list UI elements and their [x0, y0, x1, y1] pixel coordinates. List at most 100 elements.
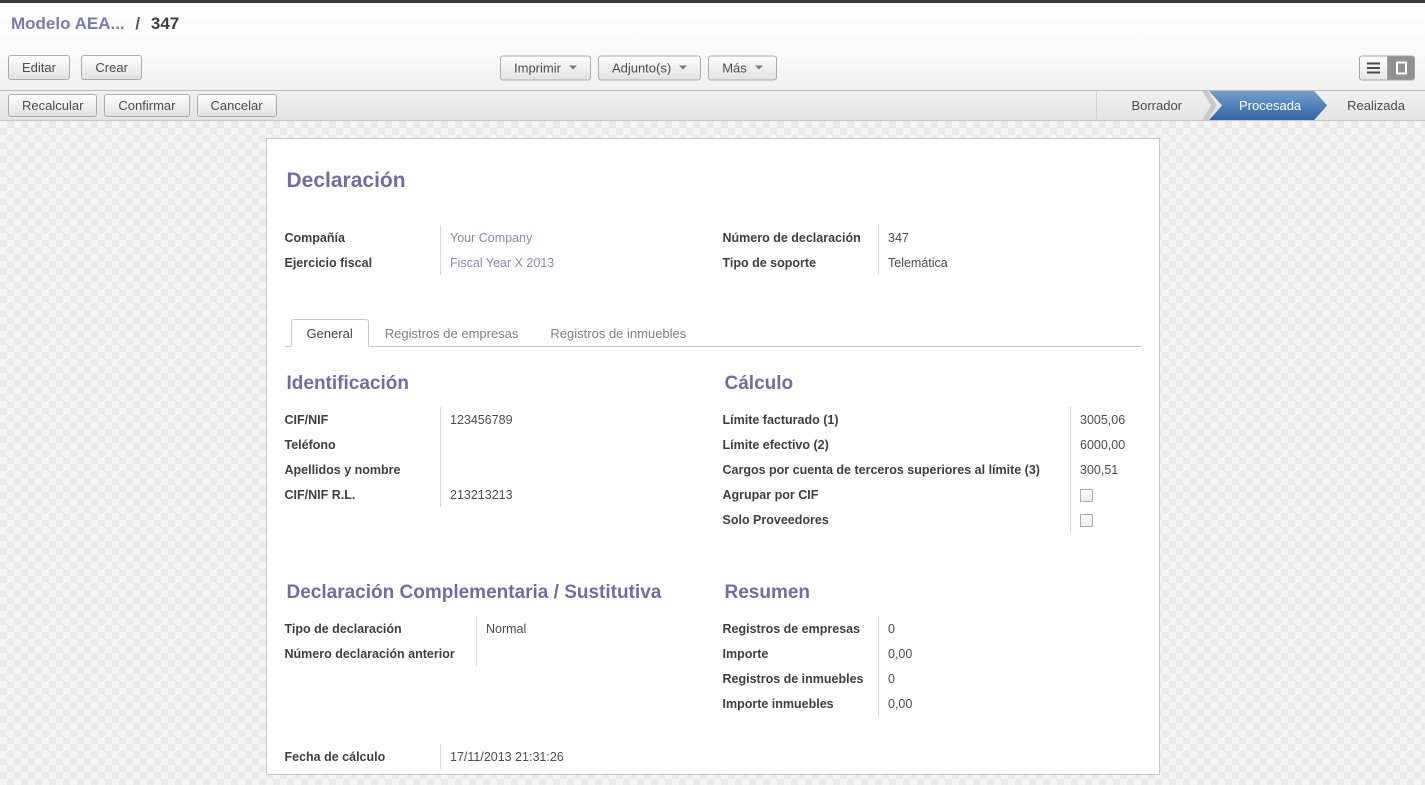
- form-sheet: Declaración Compañía Your Company Ejerci…: [266, 138, 1160, 775]
- header-field-grid: Compañía Your Company Ejercicio fiscal F…: [285, 225, 1141, 275]
- breadcrumb-separator: /: [135, 14, 140, 33]
- toolbar-center-group: Imprimir Adjunto(s) Más: [500, 55, 777, 80]
- tab-general[interactable]: General: [291, 319, 369, 347]
- cif-nif-label: CIF/NIF: [285, 407, 441, 432]
- field-row: Apellidos y nombre: [285, 457, 703, 482]
- edit-button[interactable]: Editar: [8, 55, 70, 80]
- fecha-de-calculo-value: 17/11/2013 21:31:26: [441, 744, 1141, 769]
- status-step-procesada-active: Procesada: [1209, 91, 1327, 120]
- limite-facturado-value: 3005,06: [1071, 407, 1141, 432]
- print-dropdown-button[interactable]: Imprimir: [500, 55, 591, 80]
- chevron-down-icon: [755, 66, 763, 70]
- tab-registros-de-empresas[interactable]: Registros de empresas: [369, 319, 535, 347]
- notebook-tabs: General Registros de empresas Registros …: [285, 319, 1141, 347]
- field-row: Ejercicio fiscal Fiscal Year X 2013: [285, 250, 703, 275]
- workflow-buttons: Recalcular Confirmar Cancelar: [8, 94, 277, 117]
- recalculate-button[interactable]: Recalcular: [8, 94, 97, 117]
- section-declaracion-complementaria: Declaración Complementaria / Sustitutiva…: [285, 582, 703, 716]
- create-button[interactable]: Crear: [81, 55, 142, 80]
- list-icon: [1367, 62, 1380, 73]
- list-view-button[interactable]: [1360, 56, 1387, 79]
- print-button-label: Imprimir: [514, 60, 561, 75]
- section-calculo: Cálculo Límite facturado (1) 3005,06 Lím…: [723, 373, 1141, 532]
- importe-inmuebles-label: Importe inmuebles: [723, 691, 879, 716]
- more-button-label: Más: [722, 60, 747, 75]
- cif-nif-rl-value: 213213213: [441, 482, 703, 507]
- solo-proveedores-checkbox[interactable]: [1080, 514, 1093, 527]
- header-left-fields: Compañía Your Company Ejercicio fiscal F…: [285, 225, 703, 275]
- importe-value: 0,00: [879, 641, 1141, 666]
- registros-de-empresas-value: 0: [879, 616, 1141, 641]
- calc-date-row: Fecha de cálculo 17/11/2013 21:31:26: [285, 744, 1141, 769]
- field-row: Límite efectivo (2) 6000,00: [723, 432, 1141, 457]
- field-row: Compañía Your Company: [285, 225, 703, 250]
- fiscal-year-value-link[interactable]: Fiscal Year X 2013: [450, 256, 554, 270]
- status-step-realizada: Realizada: [1327, 91, 1425, 120]
- form-view-background: Declaración Compañía Your Company Ejerci…: [0, 121, 1425, 785]
- company-label: Compañía: [285, 225, 441, 250]
- importe-inmuebles-value: 0,00: [879, 691, 1141, 716]
- field-row: Agrupar por CIF: [723, 482, 1141, 507]
- breadcrumb-current: 347: [151, 14, 179, 33]
- numero-declaracion-anterior-label: Número declaración anterior: [285, 641, 477, 666]
- cancel-button[interactable]: Cancelar: [197, 94, 277, 117]
- attachments-dropdown-button[interactable]: Adjunto(s): [598, 55, 701, 80]
- cargos-terceros-value: 300,51: [1071, 457, 1141, 482]
- registros-de-inmuebles-label: Registros de inmuebles: [723, 666, 879, 691]
- registros-de-empresas-label: Registros de empresas: [723, 616, 879, 641]
- breadcrumb-parent-link[interactable]: Modelo AEA...: [11, 14, 125, 33]
- statusbar: Borrador Procesada Realizada: [1096, 91, 1425, 120]
- field-row: Tipo de soporte Telemática: [723, 250, 1141, 275]
- cargos-terceros-label: Cargos por cuenta de terceros superiores…: [723, 457, 1071, 482]
- view-switcher: [1359, 55, 1415, 80]
- solo-proveedores-label: Solo Proveedores: [723, 507, 1071, 532]
- limite-efectivo-label: Límite efectivo (2): [723, 432, 1071, 457]
- field-row: Límite facturado (1) 3005,06: [723, 407, 1141, 432]
- tab-general-content: Identificación CIF/NIF 123456789 Teléfon…: [285, 373, 1141, 716]
- more-dropdown-button[interactable]: Más: [708, 55, 777, 80]
- breadcrumb-bar: Modelo AEA... / 347: [0, 3, 1425, 45]
- agrupar-por-cif-checkbox[interactable]: [1080, 489, 1093, 502]
- chevron-down-icon: [679, 66, 687, 70]
- importe-label: Importe: [723, 641, 879, 666]
- field-row: Importe inmuebles 0,00: [723, 691, 1141, 716]
- company-value-link[interactable]: Your Company: [450, 231, 532, 245]
- toolbar: Editar Crear Imprimir Adjunto(s) Más: [0, 45, 1425, 90]
- fecha-de-calculo-label: Fecha de cálculo: [285, 744, 441, 769]
- toolbar-left-group: Editar Crear: [8, 55, 142, 80]
- tipo-de-declaracion-value: Normal: [477, 616, 703, 641]
- field-row: Fecha de cálculo 17/11/2013 21:31:26: [285, 744, 1141, 769]
- section-resumen: Resumen Registros de empresas 0 Importe …: [723, 582, 1141, 716]
- limite-facturado-label: Límite facturado (1): [723, 407, 1071, 432]
- field-row: Importe 0,00: [723, 641, 1141, 666]
- field-row: Número de declaración 347: [723, 225, 1141, 250]
- support-type-value: Telemática: [879, 250, 1141, 275]
- breadcrumb: Modelo AEA... / 347: [11, 14, 179, 34]
- telefono-value: [441, 432, 703, 457]
- field-row: Solo Proveedores: [723, 507, 1141, 532]
- confirm-button[interactable]: Confirmar: [104, 94, 189, 117]
- cif-nif-rl-label: CIF/NIF R.L.: [285, 482, 441, 507]
- support-type-label: Tipo de soporte: [723, 250, 879, 275]
- field-row: CIF/NIF 123456789: [285, 407, 703, 432]
- agrupar-por-cif-label: Agrupar por CIF: [723, 482, 1071, 507]
- telefono-label: Teléfono: [285, 432, 441, 457]
- form-icon: [1396, 61, 1407, 74]
- field-row: Tipo de declaración Normal: [285, 616, 703, 641]
- complementaria-title: Declaración Complementaria / Sustitutiva: [287, 582, 703, 604]
- status-step-borrador: Borrador: [1111, 91, 1202, 120]
- apellidos-y-nombre-label: Apellidos y nombre: [285, 457, 441, 482]
- cif-nif-value: 123456789: [441, 407, 703, 432]
- tab-registros-de-inmuebles[interactable]: Registros de inmuebles: [534, 319, 702, 347]
- chevron-down-icon: [569, 66, 577, 70]
- form-view-button[interactable]: [1387, 56, 1414, 79]
- fiscal-year-label: Ejercicio fiscal: [285, 250, 441, 275]
- field-row: Registros de empresas 0: [723, 616, 1141, 641]
- field-row: Registros de inmuebles 0: [723, 666, 1141, 691]
- field-row: Cargos por cuenta de terceros superiores…: [723, 457, 1141, 482]
- action-status-bar: Recalcular Confirmar Cancelar Borrador P…: [0, 90, 1425, 121]
- calculo-title: Cálculo: [725, 373, 1141, 395]
- attachments-button-label: Adjunto(s): [612, 60, 671, 75]
- limite-efectivo-value: 6000,00: [1071, 432, 1141, 457]
- section-identificacion: Identificación CIF/NIF 123456789 Teléfon…: [285, 373, 703, 532]
